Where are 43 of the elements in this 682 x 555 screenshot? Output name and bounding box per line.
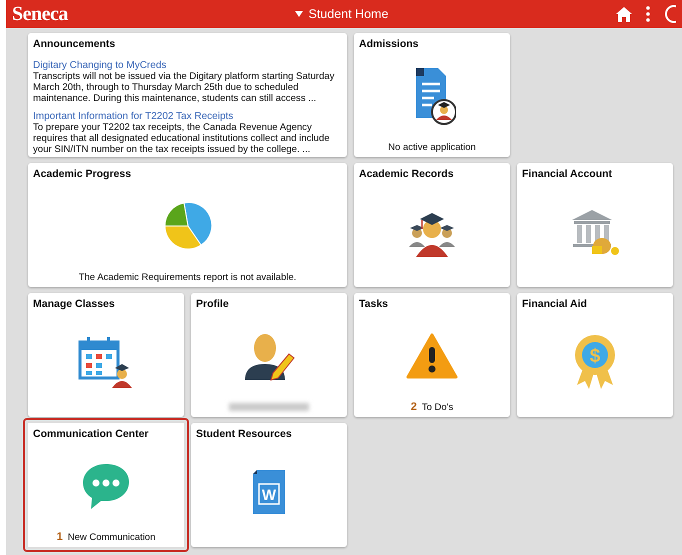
tile[interactable]	[28, 33, 347, 157]
tile[interactable]: Communication Center 1 New Communication	[23, 418, 189, 552]
tile-title: Profile	[196, 298, 229, 310]
kebab-menu-icon[interactable]	[646, 6, 650, 22]
count: 2	[410, 401, 417, 413]
tile-title: Academic Progress	[33, 168, 132, 180]
count: 1	[56, 531, 63, 543]
tile-title: Financial Account	[522, 168, 612, 180]
tile-title: Financial Aid	[522, 298, 587, 310]
tile[interactable]: Financial Account	[517, 163, 673, 287]
tile-title: Admissions	[359, 38, 419, 50]
tile[interactable]: Admissions No active application	[354, 33, 510, 157]
word-document-icon: W	[251, 468, 287, 516]
announcement-link[interactable]: Important Information for T2202 Tax Receipts	[33, 111, 234, 124]
tile[interactable]: Tasks 2 To Do's	[354, 293, 510, 417]
pie-chart-icon	[162, 201, 212, 251]
caret-icon	[295, 11, 304, 17]
page-title-menu[interactable]: Student Home	[308, 7, 388, 21]
announcement-text: To prepare your T2202 tax receipts, the Canada Revenue Agency requires that all designated educational institutions collect and include your SIN/ITN number on the tax receipts issued by the college. ...	[33, 123, 331, 156]
tile[interactable]: Academic Records	[354, 163, 510, 287]
chat-bubble-icon	[81, 462, 131, 510]
tile[interactable]: Academic Progress The Academic Requirements report is not available.	[28, 163, 347, 287]
tile-title: Tasks	[359, 298, 388, 310]
tile-title: Communication Center	[33, 428, 149, 440]
announcement-link[interactable]: Digitary Changing to MyCreds	[33, 60, 166, 72]
tile[interactable]: Manage Classes	[28, 293, 184, 417]
tile-footer-text: New Communication	[68, 532, 156, 543]
tile-title: Manage Classes	[33, 298, 115, 310]
tile-footer-text: No active application	[388, 142, 476, 153]
tile-title: Academic Records	[359, 168, 454, 180]
tile[interactable]: Financial Aid $	[517, 293, 673, 417]
tile-footer-text: The Academic Requirements report is not available.	[78, 272, 296, 283]
tile[interactable]: Student Resources W	[191, 423, 347, 547]
tile-footer-text: To Do's	[422, 402, 454, 413]
person-pencil-icon	[243, 332, 295, 382]
home-icon[interactable]	[616, 6, 632, 22]
announcement-text: Transcripts will not be issued via the Digitary platform starting Saturday March 20th, through to Thursday March 25th due to scheduled maintenance. During this maintenance, students can still access ...	[33, 72, 336, 104]
tile-title: Announcements	[33, 38, 116, 50]
tile-title: Student Resources	[196, 428, 292, 440]
warning-icon	[406, 332, 458, 378]
tile[interactable]: Profile	[191, 293, 347, 417]
logo: Seneca	[12, 2, 68, 26]
calendar-student-icon	[78, 336, 134, 388]
